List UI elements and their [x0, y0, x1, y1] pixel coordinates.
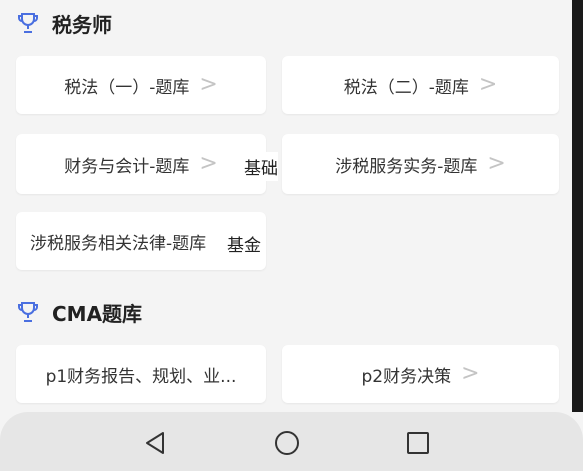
card-label: 涉税服务实务-题库	[335, 156, 478, 177]
overlay-label-jichu: 基础	[244, 152, 278, 181]
section-header-cma: CMA题库	[16, 297, 142, 327]
card-label: p1财务报告、规划、业...	[45, 366, 237, 387]
system-navigation-bar	[0, 412, 583, 471]
card-label: 税法（一）-题库	[64, 77, 190, 98]
card-tax-law-2[interactable]: 税法（二）-题库 >	[282, 56, 559, 114]
trophy-icon	[18, 302, 38, 322]
overlay-label-jijin: 基金	[227, 231, 261, 256]
section-title: 税务师	[52, 12, 112, 37]
home-circle-icon[interactable]	[274, 430, 300, 456]
card-tax-law-1[interactable]: 税法（一）-题库 >	[16, 56, 266, 114]
section-title: CMA题库	[52, 301, 143, 326]
card-cma-p2[interactable]: p2财务决策 >	[282, 345, 559, 403]
card-finance-accounting[interactable]: 财务与会计-题库 >	[16, 134, 266, 194]
chevron-right-icon: >	[461, 361, 480, 386]
card-label: 税法（二）-题库	[343, 77, 469, 98]
chevron-right-icon: >	[487, 151, 506, 176]
card-label: p2财务决策	[361, 366, 452, 387]
card-cma-p1[interactable]: p1财务报告、规划、业...	[16, 345, 266, 403]
back-triangle-icon[interactable]	[142, 430, 168, 456]
trophy-icon	[18, 13, 38, 33]
card-label: 财务与会计-题库	[64, 156, 190, 177]
card-tax-service-practice[interactable]: 涉税服务实务-题库 >	[282, 134, 559, 194]
chevron-right-icon: >	[478, 72, 498, 97]
chevron-right-icon: >	[199, 72, 218, 97]
recents-square-icon[interactable]	[405, 430, 431, 456]
chevron-right-icon: >	[199, 151, 218, 176]
device-frame-edge	[572, 0, 583, 412]
section-header-tax-advisor: 税务师	[16, 8, 112, 38]
card-label: 涉税服务相关法律-题库	[30, 233, 207, 254]
